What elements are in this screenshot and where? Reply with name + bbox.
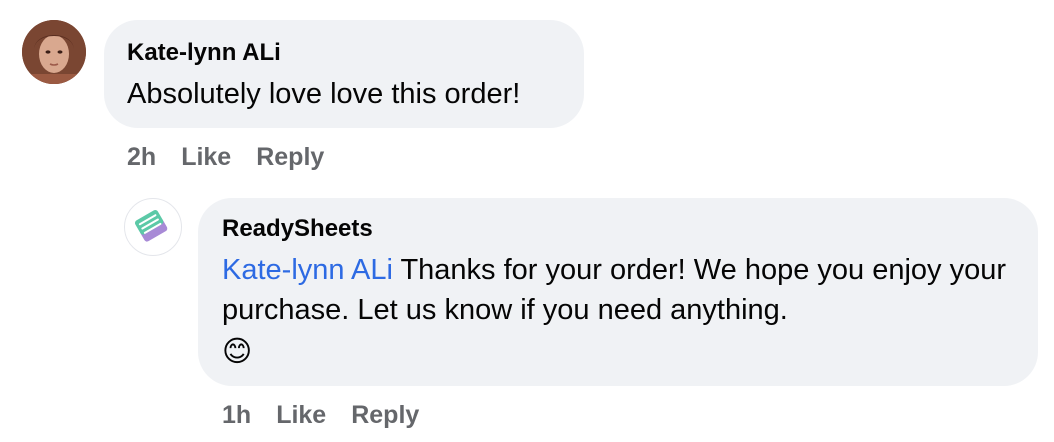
comment-actions: 2h Like Reply xyxy=(127,140,324,174)
page-avatar[interactable] xyxy=(124,198,182,256)
reply-button[interactable]: Reply xyxy=(351,401,419,430)
smiling-face-emoji-icon: 😊 xyxy=(222,336,253,368)
reply-bubble: ReadySheets Kate-lynn ALi Thanks for you… xyxy=(198,198,1038,386)
reply-button[interactable]: Reply xyxy=(256,143,324,172)
comment-text: Absolutely love love this order! xyxy=(127,78,521,110)
like-button[interactable]: Like xyxy=(276,401,326,430)
comment-timestamp[interactable]: 2h xyxy=(127,143,156,172)
comment-thread: Kate-lynn ALi Absolutely love love this … xyxy=(0,0,1054,442)
reply-text-block: Kate-lynn ALi Thanks for your order! We … xyxy=(222,250,1018,372)
comment-author[interactable]: Kate-lynn ALi xyxy=(127,38,584,68)
reply-actions: 1h Like Reply xyxy=(222,398,419,432)
mention-link[interactable]: Kate-lynn ALi xyxy=(222,254,393,286)
readysheets-logo-icon xyxy=(134,209,168,242)
user-avatar[interactable] xyxy=(22,20,86,84)
user-photo-avatar-icon xyxy=(22,20,86,84)
like-button[interactable]: Like xyxy=(181,143,231,172)
comment-bubble: Kate-lynn ALi Absolutely love love this … xyxy=(104,20,584,128)
reply-timestamp[interactable]: 1h xyxy=(222,401,251,430)
reply-author[interactable]: ReadySheets xyxy=(222,214,1018,244)
